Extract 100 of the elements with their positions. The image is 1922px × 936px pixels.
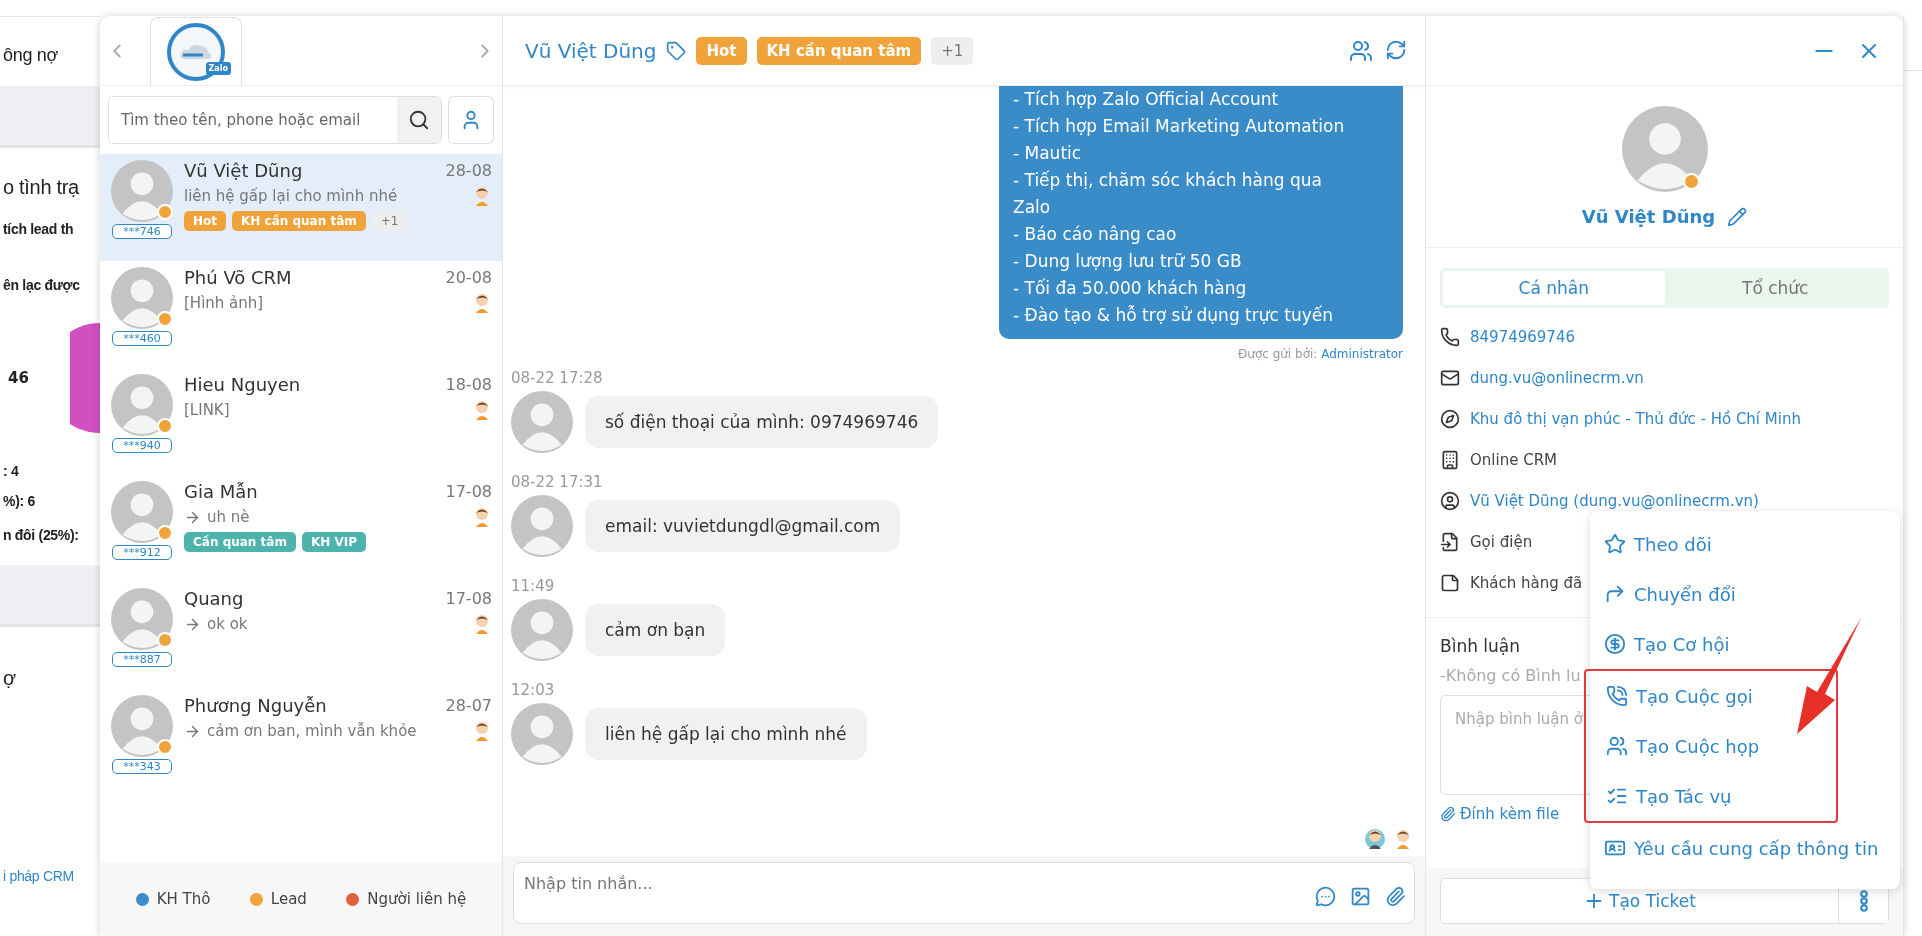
received-message: email: vuvietdungdl@gmail.com (585, 500, 901, 552)
page-text: tích lead th (2, 221, 75, 237)
contact-name: Quang (184, 588, 244, 609)
avatar-icon (111, 695, 173, 757)
contact-date: 17-08 (445, 589, 492, 608)
people-icon[interactable] (1349, 38, 1373, 63)
search-button[interactable] (397, 97, 441, 143)
received-message: cảm ơn bạn (585, 604, 726, 656)
compass-icon (1440, 408, 1460, 429)
page-text: %): 6 (2, 493, 36, 509)
message-preview: liên hệ gấp lại cho mình nhé (184, 187, 398, 205)
menu-item[interactable]: Tạo Cơ hội (1590, 619, 1900, 669)
chat-contact-name: Vũ Việt Dũng (525, 38, 657, 63)
menu-item[interactable]: Chuyển đổi (1590, 569, 1900, 619)
user-circle-icon (1440, 490, 1460, 511)
detail-link[interactable]: Khu đô thị vạn phúc - Thủ đức - Hồ Chí Minh (1470, 409, 1801, 428)
phone-badge: ***887 (112, 652, 172, 667)
attach-file-link[interactable]: Đính kèm file (1440, 805, 1560, 823)
message-time: 08-22 17:28 (511, 369, 604, 387)
page-text: o tình trạ (2, 176, 80, 199)
tag: Hot (696, 36, 747, 65)
paperclip-icon[interactable] (1385, 885, 1406, 907)
phone-icon (1440, 326, 1460, 347)
people-icon (1606, 735, 1628, 757)
menu-item[interactable]: Tạo Cuộc họp (1592, 721, 1836, 771)
phone-badge: ***912 (112, 545, 172, 560)
more-tags-count: +1 (371, 211, 408, 231)
search-field[interactable]: Tìm theo tên, phone hoặc email (108, 96, 442, 144)
message-preview: [Hình ảnh] (184, 294, 264, 312)
contact-date: 28-08 (445, 161, 492, 180)
message-preview: ok ok (207, 615, 248, 633)
user-button[interactable] (448, 96, 494, 144)
avatar-icon (511, 703, 573, 765)
tab[interactable]: Tổ chức (1664, 271, 1886, 305)
avatar-icon (1621, 106, 1708, 192)
menu-item[interactable]: Tạo Cuộc gọi (1592, 671, 1836, 721)
avatar-icon (111, 160, 173, 222)
page-text: : 4 (2, 463, 20, 479)
more-icon (1859, 890, 1868, 912)
empty-comments-text: -Không có Bình lu (1440, 666, 1581, 685)
sender-link[interactable]: Administrator (1321, 347, 1403, 361)
tab[interactable]: Cá nhân (1443, 271, 1665, 305)
phone-badge: ***343 (112, 759, 172, 774)
contact-date: 18-08 (445, 375, 492, 394)
contact-name: Phương Nguyễn (184, 695, 327, 716)
contact-name: Hieu Nguyen (184, 374, 301, 395)
tag-icon[interactable] (666, 40, 687, 61)
detail-text: Khách hàng đã (1470, 573, 1583, 592)
message-field[interactable]: Nhập tin nhắn... (513, 862, 1415, 924)
message-time: 11:49 (511, 577, 556, 595)
contact-date: 17-08 (445, 482, 492, 501)
star-icon (1604, 533, 1626, 555)
avatar-icon (511, 599, 573, 661)
message-preview: cảm ơn ban, mình vẫn khỏe (207, 722, 417, 740)
menu-item[interactable]: Theo dõi (1590, 519, 1900, 569)
profile-name: Vũ Việt Dũng (1581, 206, 1716, 227)
contact-item[interactable]: ***746 Vũ Việt Dũng 28-08 liên hệ gấp lại cho mình nhé Hot KH cần quan tâm +1 (100, 154, 502, 261)
contact-date: 20-08 (445, 268, 492, 287)
page-link[interactable]: i pháp CRM (0, 868, 100, 884)
file-arrow-icon (1440, 531, 1460, 552)
message-preview: [LINK] (184, 401, 230, 419)
refresh-icon[interactable] (1385, 38, 1407, 61)
avatar-icon (111, 481, 173, 543)
legend-item: Lead (249, 890, 307, 908)
phone-badge: ***940 (112, 438, 172, 453)
phone-icon (1606, 685, 1628, 707)
sent-message: - Tích hợp Zalo Official Account - Tích hợp Email Marketing Automation - Mautic - Tiếp thị, chăm sóc khách hàng qua Zalo - Báo cáo nâng cao - Dung lượng lưu trữ 50 GB - Tối đa 50.000 khách hàng - Đào tạo & hỗ trợ sử dụng trực tuyến (999, 86, 1403, 339)
tag: Cần quan tâm (184, 532, 296, 552)
contact-name: Phú Võ CRM (184, 267, 292, 288)
building-icon (1440, 449, 1460, 470)
detail-link[interactable]: dung.vu@onlinecrm.vn (1470, 368, 1644, 387)
avatar-icon (511, 391, 573, 453)
avatar-icon (111, 374, 173, 436)
received-message: liên hệ gấp lại cho mình nhé (585, 708, 867, 760)
message-time: 08-22 17:31 (511, 473, 604, 491)
page-text: n đôi (25%): (2, 527, 80, 543)
edit-icon[interactable] (1727, 206, 1748, 227)
page-text: ông nợ (2, 45, 60, 66)
avatar-icon (111, 588, 173, 650)
avatar-icon (111, 267, 173, 329)
message-preview: uh nè (207, 508, 250, 526)
chat-bubble-icon[interactable] (1315, 885, 1336, 907)
account-tab[interactable]: Zalo (150, 17, 242, 85)
detail-link[interactable]: 84974969746 (1470, 327, 1575, 346)
image-icon[interactable] (1350, 885, 1371, 907)
menu-item[interactable]: Tạo Tác vụ (1592, 771, 1836, 821)
note-icon (1440, 572, 1460, 593)
received-message: số điện thoại của mình: 0974969746 (585, 396, 939, 448)
detail-link[interactable]: Vũ Việt Dũng (dung.vu@onlinecrm.vn) (1470, 491, 1759, 510)
legend-item: KH Thô (135, 890, 211, 908)
tag: KH cần quan tâm (232, 211, 366, 231)
legend-item: Người liên hệ (346, 890, 467, 908)
tag: KH VIP (301, 532, 366, 552)
comments-title: Bình luận (1440, 636, 1521, 656)
sent-by-text: Được gửi bởi: Administrator (1238, 347, 1403, 361)
forward-arrow-icon (1604, 583, 1626, 605)
contact-name: Gia Mẫn (184, 481, 258, 502)
message-time: 12:03 (511, 681, 556, 699)
contact-date: 28-07 (445, 696, 492, 715)
menu-item[interactable]: Yêu cầu cung cấp thông tin (1590, 823, 1900, 873)
